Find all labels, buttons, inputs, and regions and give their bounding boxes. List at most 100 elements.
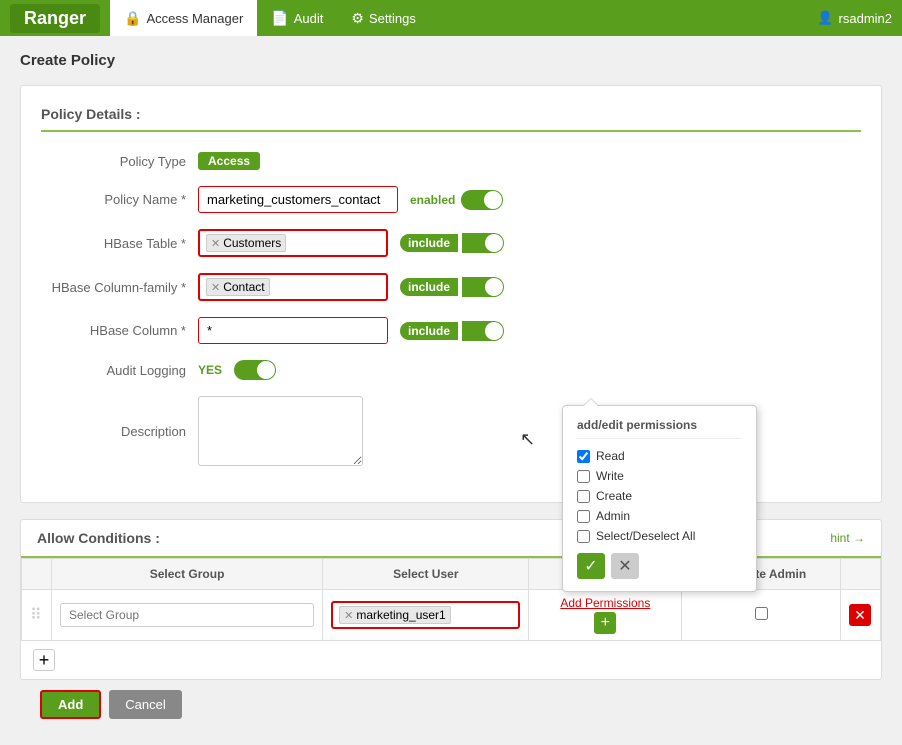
policy-details-title: Policy Details :: [41, 106, 861, 132]
user-info: 👤 rsadmin2: [817, 10, 892, 26]
popup-create-row: Create: [577, 489, 742, 503]
add-row-button[interactable]: +: [33, 649, 55, 671]
nav-settings-label: Settings: [369, 11, 416, 26]
include-toggle-2[interactable]: include: [400, 277, 504, 297]
audit-logging-label: Audit Logging: [41, 363, 186, 378]
include-label-2: include: [400, 278, 458, 296]
app-brand[interactable]: Ranger: [10, 4, 100, 33]
enabled-toggle-wrap: enabled: [410, 190, 503, 210]
include-label-3: include: [400, 322, 458, 340]
user-tag: ✕ marketing_user1: [339, 606, 451, 624]
hbase-column-row: HBase Column * include: [41, 317, 861, 344]
popup-read-row: Read: [577, 449, 742, 463]
settings-icon: ⚙: [351, 10, 364, 27]
create-label: Create: [596, 489, 632, 503]
hbase-columnfamily-tag-label: Contact: [223, 280, 264, 294]
cancel-button[interactable]: Cancel: [109, 690, 181, 719]
user-tag-label: marketing_user1: [356, 608, 445, 622]
policy-name-input[interactable]: [198, 186, 398, 213]
col-select-group-header: Select Group: [52, 559, 323, 590]
enabled-label: enabled: [410, 193, 455, 207]
add-permissions-button[interactable]: +: [594, 612, 616, 634]
audit-toggle[interactable]: [234, 360, 276, 380]
plus-icon: +: [601, 614, 610, 632]
select-group-cell: [52, 590, 323, 641]
audit-icon: 📄: [271, 10, 288, 27]
permissions-popup: add/edit permissions Read Write Create A…: [562, 405, 757, 592]
write-checkbox[interactable]: [577, 470, 590, 483]
include-knob-2: [462, 277, 504, 297]
main-content: Create Policy Policy Details : Policy Ty…: [0, 36, 902, 745]
table-row: ⠿ ✕ marketing_user1 A: [22, 590, 881, 641]
hbase-table-tag-label: Customers: [223, 236, 281, 250]
user-tag-remove-icon[interactable]: ✕: [344, 609, 353, 622]
policy-type-row: Policy Type Access: [41, 152, 861, 170]
delete-icon: ✕: [854, 607, 866, 624]
audit-logging-row: Audit Logging YES: [41, 360, 861, 380]
add-permissions-link[interactable]: Add Permissions: [537, 596, 673, 610]
popup-title: add/edit permissions: [577, 418, 742, 439]
popup-selectall-row: Select/Deselect All: [577, 529, 742, 543]
policy-name-row: Policy Name * enabled: [41, 186, 861, 213]
col-action-header: [841, 559, 881, 590]
popup-write-row: Write: [577, 469, 742, 483]
allow-conditions-title: Allow Conditions :: [37, 530, 160, 546]
include-knob-3: [462, 321, 504, 341]
col-drag: [22, 559, 52, 590]
selectall-checkbox[interactable]: [577, 530, 590, 543]
include-toggle-3[interactable]: include: [400, 321, 504, 341]
add-row-icon: +: [39, 650, 50, 671]
lock-icon: 🔒: [124, 10, 141, 27]
page-title: Create Policy: [20, 52, 882, 69]
hint-link[interactable]: hint →: [830, 531, 865, 545]
select-group-input[interactable]: [60, 603, 314, 627]
hbase-columnfamily-tag: ✕ Contact: [206, 278, 270, 296]
include-toggle-1[interactable]: include: [400, 233, 504, 253]
description-input[interactable]: [198, 396, 363, 466]
hbase-table-tag: ✕ Customers: [206, 234, 286, 252]
hbase-table-row: HBase Table * ✕ Customers include: [41, 229, 861, 257]
read-checkbox[interactable]: [577, 450, 590, 463]
create-checkbox[interactable]: [577, 490, 590, 503]
drag-cell: ⠿: [22, 590, 52, 641]
read-label: Read: [596, 449, 625, 463]
popup-actions: ✓ ✕: [577, 553, 742, 579]
delegate-admin-checkbox[interactable]: [755, 607, 768, 620]
add-button[interactable]: Add: [40, 690, 101, 719]
hbase-column-label: HBase Column *: [41, 323, 186, 338]
hbase-columnfamily-label: HBase Column-family *: [41, 280, 186, 295]
admin-label: Admin: [596, 509, 630, 523]
hbase-columnfamily-input[interactable]: ✕ Contact: [198, 273, 388, 301]
description-label: Description: [41, 424, 186, 439]
nav-settings[interactable]: ⚙ Settings: [337, 0, 430, 36]
nav-audit-label: Audit: [294, 11, 324, 26]
include-knob-1: [462, 233, 504, 253]
include-label-1: include: [400, 234, 458, 252]
action-cell: ✕: [841, 590, 881, 641]
enabled-toggle-knob: [484, 191, 502, 209]
select-user-input[interactable]: ✕ marketing_user1: [331, 601, 520, 629]
hbase-table-remove-icon[interactable]: ✕: [211, 237, 220, 250]
policy-type-label: Policy Type: [41, 154, 186, 169]
hbase-columnfamily-remove-icon[interactable]: ✕: [211, 281, 220, 294]
drag-handle-icon[interactable]: ⠿: [30, 607, 42, 624]
permissions-cell: Add Permissions +: [529, 590, 682, 641]
col-select-user-header: Select User: [323, 559, 529, 590]
hbase-table-input[interactable]: ✕ Customers: [198, 229, 388, 257]
nav-access-manager[interactable]: 🔒 Access Manager: [110, 0, 257, 36]
admin-checkbox[interactable]: [577, 510, 590, 523]
popup-confirm-button[interactable]: ✓: [577, 553, 605, 579]
hbase-table-label: HBase Table *: [41, 236, 186, 251]
enabled-toggle[interactable]: [461, 190, 503, 210]
delete-row-button[interactable]: ✕: [849, 604, 871, 626]
footer-buttons: Add Cancel: [20, 680, 882, 729]
popup-cancel-button[interactable]: ✕: [611, 553, 639, 579]
select-user-cell: ✕ marketing_user1: [323, 590, 529, 641]
selectall-label: Select/Deselect All: [596, 529, 695, 543]
hbase-columnfamily-row: HBase Column-family * ✕ Contact include: [41, 273, 861, 301]
username-label: rsadmin2: [839, 11, 892, 26]
navbar: Ranger 🔒 Access Manager 📄 Audit ⚙ Settin…: [0, 0, 902, 36]
cancel-icon: ✕: [618, 556, 631, 576]
nav-audit[interactable]: 📄 Audit: [257, 0, 337, 36]
hbase-column-input[interactable]: [198, 317, 388, 344]
